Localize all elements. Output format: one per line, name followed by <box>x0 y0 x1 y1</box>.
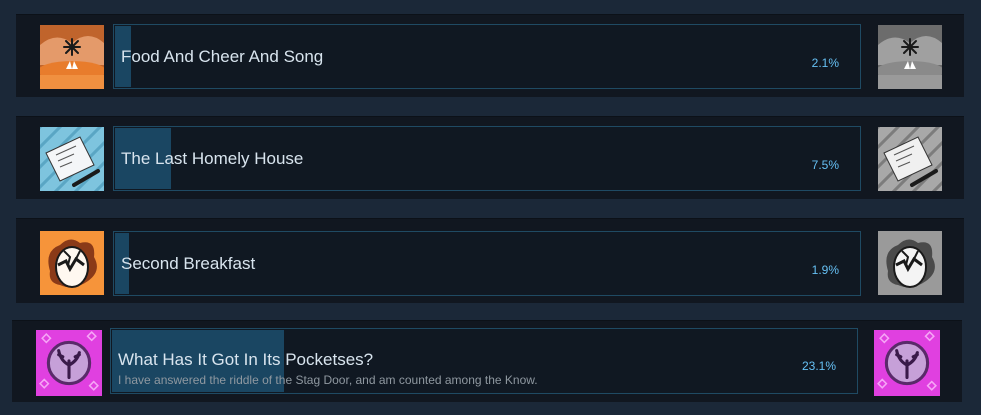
achievement-title: The Last Homely House <box>121 149 304 168</box>
achievement-row: Second Breakfast 1.9% <box>16 218 964 303</box>
achievement-row: What Has It Got In Its Pocketses? I have… <box>12 320 962 402</box>
achievement-title: What Has It Got In Its Pocketses? <box>118 350 374 369</box>
progress-bar: The Last Homely House 7.5% <box>113 126 861 191</box>
achievement-description: I have answered the riddle of the Stag D… <box>118 373 538 387</box>
unlock-percent: 2.1% <box>811 56 839 70</box>
cracked-egg-icon-grayscale <box>878 231 942 295</box>
feast-plate-icon-grayscale <box>878 25 942 89</box>
stag-antler-icon <box>36 330 102 396</box>
stag-antler-icon <box>874 330 940 396</box>
achievement-row: The Last Homely House 7.5% <box>16 116 964 199</box>
letter-and-pen-icon <box>40 127 104 191</box>
progress-bar: Food And Cheer And Song 2.1% <box>113 24 861 89</box>
progress-bar: What Has It Got In Its Pocketses? I have… <box>110 328 858 394</box>
cracked-egg-icon <box>40 231 104 295</box>
achievement-row: Food And Cheer And Song 2.1% <box>16 14 964 97</box>
letter-and-pen-icon-grayscale <box>878 127 942 191</box>
achievement-title: Food And Cheer And Song <box>121 47 324 66</box>
progress-bar: Second Breakfast 1.9% <box>113 231 861 296</box>
unlock-percent: 23.1% <box>801 359 836 373</box>
achievement-title: Second Breakfast <box>121 254 256 273</box>
unlock-percent: 1.9% <box>811 263 839 277</box>
feast-plate-icon <box>40 25 104 89</box>
unlock-percent: 7.5% <box>811 158 839 172</box>
